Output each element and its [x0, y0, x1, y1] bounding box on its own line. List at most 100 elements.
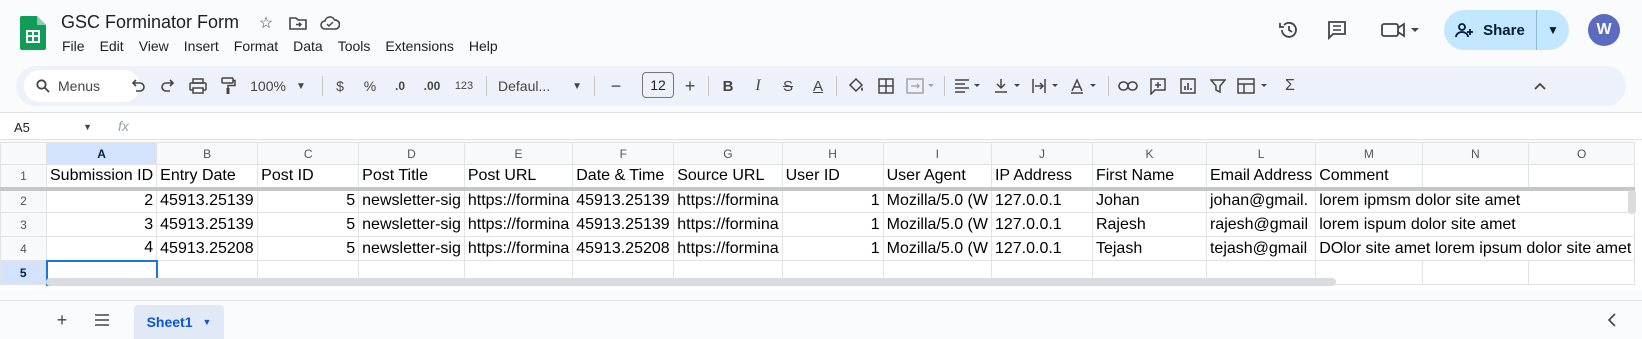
cell[interactable]: DOlor site amet lorem ipsum dolor site a… [1315, 236, 1636, 261]
insert-comment-icon[interactable] [1146, 74, 1170, 98]
comments-icon[interactable] [1324, 18, 1350, 42]
column-header[interactable]: C [257, 142, 360, 165]
cell[interactable]: Date & Time [572, 164, 675, 191]
cell[interactable]: Entry Date [156, 164, 259, 191]
collapse-toolbar-icon[interactable] [1528, 74, 1552, 98]
row-header[interactable]: 5 [0, 260, 47, 285]
column-header[interactable]: G [673, 142, 783, 165]
borders-icon[interactable] [874, 74, 898, 98]
column-header[interactable]: M [1315, 142, 1423, 165]
cell[interactable]: newsletter-sig [358, 212, 465, 237]
cell[interactable]: 45913.25139 [156, 188, 259, 213]
cell[interactable]: 5 [257, 212, 360, 237]
cell[interactable]: lorem ipmsm dolor site amet [1315, 188, 1636, 213]
version-history-icon[interactable] [1276, 18, 1302, 42]
number-format-button[interactable]: 123 [450, 74, 478, 98]
cell[interactable] [1421, 260, 1529, 285]
all-sheets-menu-icon[interactable] [90, 309, 114, 331]
sheet-tab-sheet1[interactable]: Sheet1 ▼ [134, 305, 224, 339]
column-header[interactable]: O [1527, 142, 1636, 165]
menu-search[interactable]: Menus [24, 70, 140, 102]
decrease-decimal-button[interactable]: .0 [386, 74, 414, 98]
cell[interactable]: 5 [257, 188, 360, 213]
cell[interactable]: 1 [781, 212, 884, 237]
italic-button[interactable]: I [746, 74, 770, 98]
cell[interactable]: Mozilla/5.0 (W [882, 236, 992, 261]
menu-tools[interactable]: Tools [338, 38, 378, 54]
move-folder-icon[interactable] [287, 13, 309, 33]
column-header[interactable]: N [1421, 142, 1529, 165]
cell[interactable]: Post Title [358, 164, 465, 191]
functions-button[interactable]: Σ [1278, 74, 1302, 98]
cell[interactable]: 1 [781, 236, 884, 261]
share-dropdown-icon[interactable]: ▼ [1537, 10, 1569, 50]
cell[interactable] [1421, 164, 1529, 191]
cell[interactable]: 3 [45, 212, 158, 237]
menu-view[interactable]: View [139, 38, 176, 54]
cell[interactable]: newsletter-sig [358, 236, 465, 261]
column-header[interactable]: K [1091, 142, 1207, 165]
cell[interactable]: newsletter-sig [358, 188, 465, 213]
column-header[interactable]: H [781, 142, 884, 165]
cell[interactable]: https://formina [463, 188, 574, 213]
select-all-corner[interactable] [0, 142, 47, 165]
column-header[interactable]: L [1205, 142, 1317, 165]
cell[interactable]: Johan [1091, 188, 1207, 213]
menu-insert[interactable]: Insert [184, 38, 226, 54]
font-select[interactable]: Defaul... ▼ [494, 74, 586, 98]
text-color-button[interactable]: A [806, 74, 830, 98]
cloud-status-icon[interactable] [319, 13, 341, 33]
cell[interactable]: Source URL [673, 164, 783, 191]
column-header[interactable]: I [882, 142, 992, 165]
cell[interactable]: 45913.25208 [156, 236, 259, 261]
cell[interactable]: 4 [45, 236, 158, 261]
cell[interactable]: https://formina [673, 188, 783, 213]
cell[interactable]: 45913.25208 [572, 236, 675, 261]
column-header[interactable]: B [156, 142, 259, 165]
text-wrapping-icon[interactable] [1030, 74, 1064, 98]
horizontal-align-icon[interactable] [952, 74, 986, 98]
column-header[interactable]: E [463, 142, 574, 165]
sheets-logo-icon[interactable] [20, 16, 46, 50]
horizontal-scrollbar[interactable] [46, 278, 1336, 286]
insert-link-icon[interactable] [1116, 74, 1140, 98]
chevron-left-icon[interactable] [1600, 309, 1624, 331]
cell[interactable]: Mozilla/5.0 (W [882, 212, 992, 237]
cell[interactable]: 45913.25139 [572, 188, 675, 213]
decrease-font-size-button[interactable]: − [606, 74, 626, 98]
cell[interactable]: 127.0.0.1 [990, 212, 1093, 237]
print-icon[interactable] [186, 74, 210, 98]
menu-data[interactable]: Data [293, 38, 330, 54]
cell[interactable]: User Agent [882, 164, 992, 191]
meet-video-icon[interactable] [1378, 18, 1422, 42]
strikethrough-button[interactable]: S [776, 74, 800, 98]
percent-button[interactable]: % [360, 74, 380, 98]
cell[interactable]: 1 [781, 188, 884, 213]
cell[interactable]: 45913.25139 [572, 212, 675, 237]
column-header[interactable]: J [990, 142, 1093, 165]
cell[interactable]: https://formina [673, 212, 783, 237]
cell[interactable]: https://formina [673, 236, 783, 261]
row-header[interactable]: 2 [0, 188, 47, 213]
column-header[interactable]: A [45, 142, 158, 165]
menu-file[interactable]: File [62, 38, 92, 54]
column-header[interactable]: F [572, 142, 675, 165]
cell[interactable]: 45913.25139 [156, 212, 259, 237]
increase-decimal-button[interactable]: .00 [418, 74, 446, 98]
cell[interactable]: https://formina [463, 236, 574, 261]
add-sheet-icon[interactable]: + [50, 309, 74, 331]
font-size-input[interactable]: 12 [642, 72, 674, 98]
cell[interactable]: lorem ispum dolor site amet [1315, 212, 1636, 237]
avatar[interactable]: W [1588, 14, 1620, 46]
cell[interactable]: tejash@gmail [1205, 236, 1317, 261]
cell[interactable]: Submission ID [45, 164, 158, 191]
chevron-down-icon[interactable]: ▼ [203, 317, 212, 327]
share-button[interactable]: Share [1444, 10, 1537, 50]
zoom-select[interactable]: 100% ▼ [248, 74, 308, 98]
vertical-align-icon[interactable] [992, 74, 1026, 98]
text-rotation-icon[interactable] [1068, 74, 1102, 98]
document-title[interactable]: GSC Forminator Form [61, 12, 239, 33]
cell[interactable]: https://formina [463, 212, 574, 237]
cell[interactable]: rajesh@gmail [1205, 212, 1317, 237]
cell[interactable] [1527, 164, 1636, 191]
